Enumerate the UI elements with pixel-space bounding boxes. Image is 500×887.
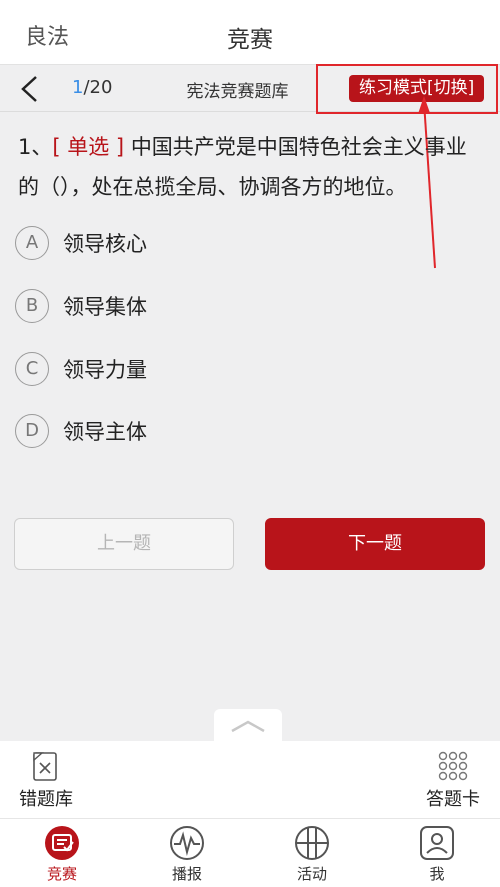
profile-icon [420, 826, 454, 860]
option-d-text: 领导主体 [63, 420, 147, 444]
option-a-text: 领导核心 [63, 232, 147, 256]
nav-item-broadcast[interactable]: 播报 [142, 823, 232, 884]
broadcast-icon [170, 826, 204, 860]
option-c[interactable]: C 领导力量 [15, 351, 147, 387]
top-bar: 良法 竞赛 [0, 0, 500, 65]
question-line-2: 的（），处在总揽全局、协调各方的地位。 [18, 175, 407, 199]
option-b-letter: B [15, 289, 49, 323]
option-a[interactable]: A 领导核心 [15, 225, 147, 261]
annotation-highlight-box [316, 64, 498, 114]
option-c-text: 领导力量 [63, 358, 147, 382]
question-number: 1、 [18, 135, 53, 159]
nav-label-profile: 我 [429, 865, 445, 883]
option-d[interactable]: D 领导主体 [15, 413, 147, 449]
grid-icon [438, 751, 468, 781]
option-b-text: 领导集体 [63, 295, 147, 319]
next-question-button[interactable]: 下一题 [265, 518, 485, 570]
question-type-badge: [ 单选 ] [52, 135, 125, 159]
activity-icon [295, 826, 329, 860]
wrong-question-bank-button[interactable]: 错题库 [16, 749, 76, 811]
prev-question-button[interactable]: 上一题 [14, 518, 234, 570]
option-a-letter: A [15, 226, 49, 260]
answer-card-label: 答题卡 [426, 789, 480, 810]
bottom-nav: 竞赛 播报 活动 我 [0, 818, 500, 887]
page-title: 竞赛 [227, 27, 273, 53]
option-c-letter: C [15, 352, 49, 386]
nav-item-activity[interactable]: 活动 [267, 823, 357, 884]
nav-label-contest: 竞赛 [46, 865, 77, 883]
nav-label-broadcast: 播报 [171, 865, 202, 883]
nav-item-profile[interactable]: 我 [392, 823, 482, 884]
option-d-letter: D [15, 414, 49, 448]
nav-label-activity: 活动 [296, 865, 327, 883]
expand-panel-tab[interactable] [214, 709, 282, 743]
chevron-up-icon [231, 720, 265, 733]
quiz-toolbar: 错题库 答题卡 [0, 741, 500, 818]
question-text: 1、[ 单选 ] 中国共产党是中国特色社会主义事业的（），处在总揽全局、协调各方… [18, 127, 486, 207]
option-b[interactable]: B 领导集体 [15, 288, 147, 324]
wrong-bank-icon [33, 752, 57, 781]
answer-card-button[interactable]: 答题卡 [418, 749, 488, 811]
contest-icon [45, 826, 79, 860]
nav-item-contest[interactable]: 竞赛 [17, 823, 107, 884]
question-line-1: 中国共产党是中国特色社会主义事业 [130, 135, 467, 159]
wrong-bank-label: 错题库 [19, 789, 73, 810]
